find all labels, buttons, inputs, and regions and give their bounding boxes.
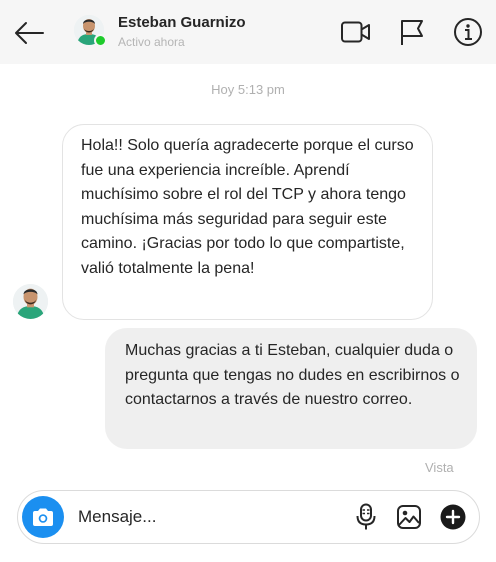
sender-avatar[interactable]	[13, 284, 48, 319]
microphone-icon	[356, 503, 376, 530]
arrow-left-icon	[15, 22, 44, 44]
video-camera-icon	[341, 21, 370, 43]
contact-name[interactable]: Esteban Guarnizo	[118, 14, 252, 31]
info-icon	[454, 18, 482, 46]
person-avatar-icon	[13, 284, 48, 319]
back-button[interactable]	[12, 16, 46, 50]
camera-button[interactable]	[22, 496, 64, 538]
incoming-message-bubble[interactable]: Hola!! Solo quería agradecerte porque el…	[62, 124, 433, 320]
camera-icon	[33, 508, 53, 526]
message-input[interactable]	[78, 505, 348, 529]
report-button[interactable]	[396, 16, 428, 48]
outgoing-message-bubble[interactable]: Muchas gracias a ti Esteban, cualquier d…	[105, 328, 477, 449]
voice-message-button[interactable]	[352, 503, 380, 531]
chat-header: Esteban Guarnizo Activo ahora	[0, 0, 496, 64]
seen-status: Vista	[425, 460, 454, 475]
message-timestamp: Hoy 5:13 pm	[211, 82, 285, 97]
plus-circle-icon	[440, 504, 466, 530]
online-indicator	[94, 34, 107, 47]
contact-avatar[interactable]	[74, 15, 107, 47]
info-button[interactable]	[452, 16, 484, 48]
contact-status: Activo ahora	[118, 35, 185, 49]
flag-icon	[401, 20, 423, 45]
image-icon	[397, 505, 421, 529]
add-attachment-button[interactable]	[439, 503, 467, 531]
video-call-button[interactable]	[340, 16, 372, 48]
message-composer	[17, 490, 480, 544]
gallery-button[interactable]	[395, 503, 423, 531]
